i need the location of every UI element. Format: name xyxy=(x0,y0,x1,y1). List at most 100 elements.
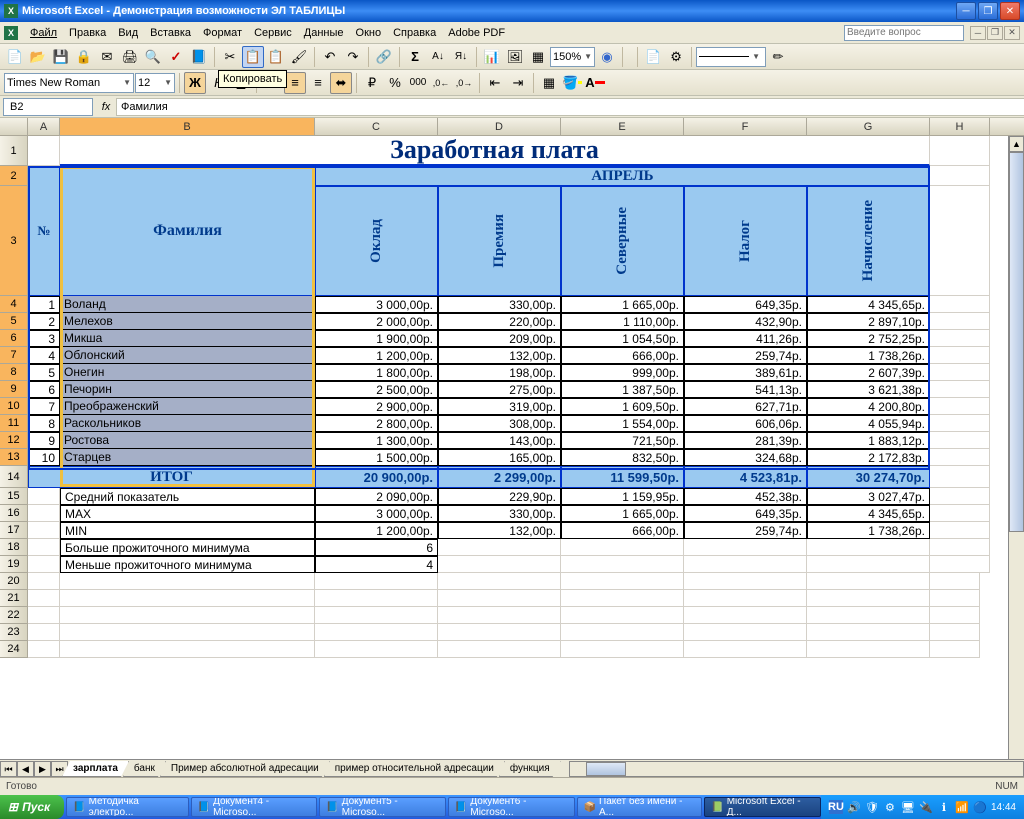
menu-insert[interactable]: Вставка xyxy=(144,25,197,41)
cell[interactable]: 1 300,00р. xyxy=(315,432,438,449)
open-icon[interactable]: 📂 xyxy=(27,46,49,68)
itog-cell[interactable]: 4 523,81р. xyxy=(684,466,807,488)
cell[interactable]: Меньше прожиточного минимума xyxy=(60,556,315,573)
doc-minimize-button[interactable]: ─ xyxy=(970,26,986,40)
cell[interactable] xyxy=(438,590,561,607)
cell[interactable] xyxy=(60,641,315,658)
cell[interactable]: 10 xyxy=(28,449,60,466)
header-num[interactable]: № xyxy=(28,166,60,296)
cell[interactable]: 324,68р. xyxy=(684,449,807,466)
cell[interactable]: 281,39р. xyxy=(684,432,807,449)
research-icon[interactable]: 📘 xyxy=(188,46,210,68)
cell[interactable] xyxy=(438,641,561,658)
cell[interactable]: 330,00р. xyxy=(438,505,561,522)
spellcheck-icon[interactable]: ✓ xyxy=(165,46,187,68)
menu-file[interactable]: Файл xyxy=(24,25,63,41)
cell[interactable] xyxy=(28,641,60,658)
sheet-tab[interactable]: зарплата xyxy=(62,761,129,777)
cell[interactable] xyxy=(28,624,60,641)
cell[interactable]: 2 900,00р. xyxy=(315,398,438,415)
cell[interactable] xyxy=(315,624,438,641)
header-col[interactable]: Премия xyxy=(438,186,561,296)
cell[interactable]: 9 xyxy=(28,432,60,449)
col-header[interactable]: C xyxy=(315,118,438,135)
cell[interactable]: 1 883,12р. xyxy=(807,432,930,449)
font-combo[interactable]: Times New Roman▼ xyxy=(4,73,134,93)
cell[interactable] xyxy=(28,505,60,522)
copy-icon[interactable]: 📋 xyxy=(242,46,264,68)
cell[interactable]: 275,00р. xyxy=(438,381,561,398)
row-header[interactable]: 20 xyxy=(0,573,28,590)
cell[interactable]: Печорин xyxy=(60,381,315,398)
cell[interactable]: 2 897,10р. xyxy=(807,313,930,330)
task-item[interactable]: 📘Документ4 - Microso... xyxy=(191,797,318,817)
col-header[interactable]: E xyxy=(561,118,684,135)
autosum-icon[interactable]: Σ xyxy=(404,46,426,68)
cell[interactable]: 452,38р. xyxy=(684,488,807,505)
cell[interactable]: 1 200,00р. xyxy=(315,347,438,364)
cell[interactable] xyxy=(438,539,561,556)
cell[interactable]: 4 xyxy=(28,347,60,364)
tray-icon[interactable]: 📶 xyxy=(955,800,969,814)
cell[interactable] xyxy=(684,590,807,607)
fontsize-combo[interactable]: 12▼ xyxy=(135,73,175,93)
cell[interactable] xyxy=(28,488,60,505)
cell[interactable]: 132,00р. xyxy=(438,347,561,364)
itog-label[interactable]: ИТОГ xyxy=(28,466,315,488)
tray-icon[interactable]: 🔊 xyxy=(847,800,861,814)
border-draw-icon[interactable]: ✏ xyxy=(767,46,789,68)
cell[interactable]: 1 900,00р. xyxy=(315,330,438,347)
cell[interactable]: 649,35р. xyxy=(684,296,807,313)
hyperlink-icon[interactable]: 🔗 xyxy=(373,46,395,68)
cell[interactable] xyxy=(930,466,990,488)
cell[interactable] xyxy=(561,556,684,573)
row-header[interactable]: 8 xyxy=(0,364,28,381)
scroll-up-icon[interactable]: ▲ xyxy=(1009,136,1024,152)
cell[interactable] xyxy=(684,573,807,590)
cell[interactable] xyxy=(807,624,930,641)
task-item[interactable]: 📘Документ6 - Microso... xyxy=(448,797,575,817)
tab-first-icon[interactable]: ⏮ xyxy=(0,761,17,777)
cell[interactable]: 2 752,25р. xyxy=(807,330,930,347)
currency-icon[interactable]: ₽ xyxy=(361,72,383,94)
cell[interactable]: 3 000,00р. xyxy=(315,505,438,522)
cell[interactable] xyxy=(930,590,980,607)
mail-icon[interactable]: ✉ xyxy=(96,46,118,68)
row-header[interactable]: 19 xyxy=(0,556,28,573)
sheet-title[interactable]: Заработная плата xyxy=(60,136,930,166)
cell[interactable] xyxy=(684,556,807,573)
cell[interactable] xyxy=(807,539,930,556)
cell[interactable]: Преображенский xyxy=(60,398,315,415)
printpreview-icon[interactable]: 🔍 xyxy=(142,46,164,68)
cell[interactable] xyxy=(60,624,315,641)
cell[interactable] xyxy=(28,556,60,573)
cell[interactable]: 4 055,94р. xyxy=(807,415,930,432)
cell[interactable] xyxy=(684,539,807,556)
cell[interactable] xyxy=(930,415,990,432)
task-item[interactable]: 📘Документ5 - Microso... xyxy=(319,797,446,817)
cell[interactable] xyxy=(930,488,990,505)
cell[interactable]: 1 159,95р. xyxy=(561,488,684,505)
cell[interactable] xyxy=(28,522,60,539)
menu-edit[interactable]: Правка xyxy=(63,25,112,41)
cell[interactable]: 2 607,39р. xyxy=(807,364,930,381)
cell[interactable]: 666,00р. xyxy=(561,347,684,364)
task-item-active[interactable]: 📗Microsoft Excel - Д... xyxy=(704,797,821,817)
dec-indent-icon[interactable]: ⇤ xyxy=(484,72,506,94)
cell[interactable] xyxy=(930,641,980,658)
row-header[interactable]: 21 xyxy=(0,590,28,607)
cell[interactable] xyxy=(438,556,561,573)
pdf-convert-icon[interactable]: 📄 xyxy=(642,46,664,68)
cell[interactable]: 3 027,47р. xyxy=(807,488,930,505)
cell[interactable] xyxy=(60,590,315,607)
cell[interactable] xyxy=(438,624,561,641)
cell[interactable]: 4 345,65р. xyxy=(807,505,930,522)
fx-icon[interactable]: fx xyxy=(96,98,116,116)
cell[interactable]: 2 xyxy=(28,313,60,330)
cell[interactable] xyxy=(561,590,684,607)
paste-icon[interactable]: 📋 xyxy=(265,46,287,68)
inc-decimal-icon[interactable]: ,0← xyxy=(430,72,452,94)
row-header[interactable]: 16 xyxy=(0,505,28,522)
row-header[interactable]: 14 xyxy=(0,466,28,488)
cell[interactable] xyxy=(930,607,980,624)
